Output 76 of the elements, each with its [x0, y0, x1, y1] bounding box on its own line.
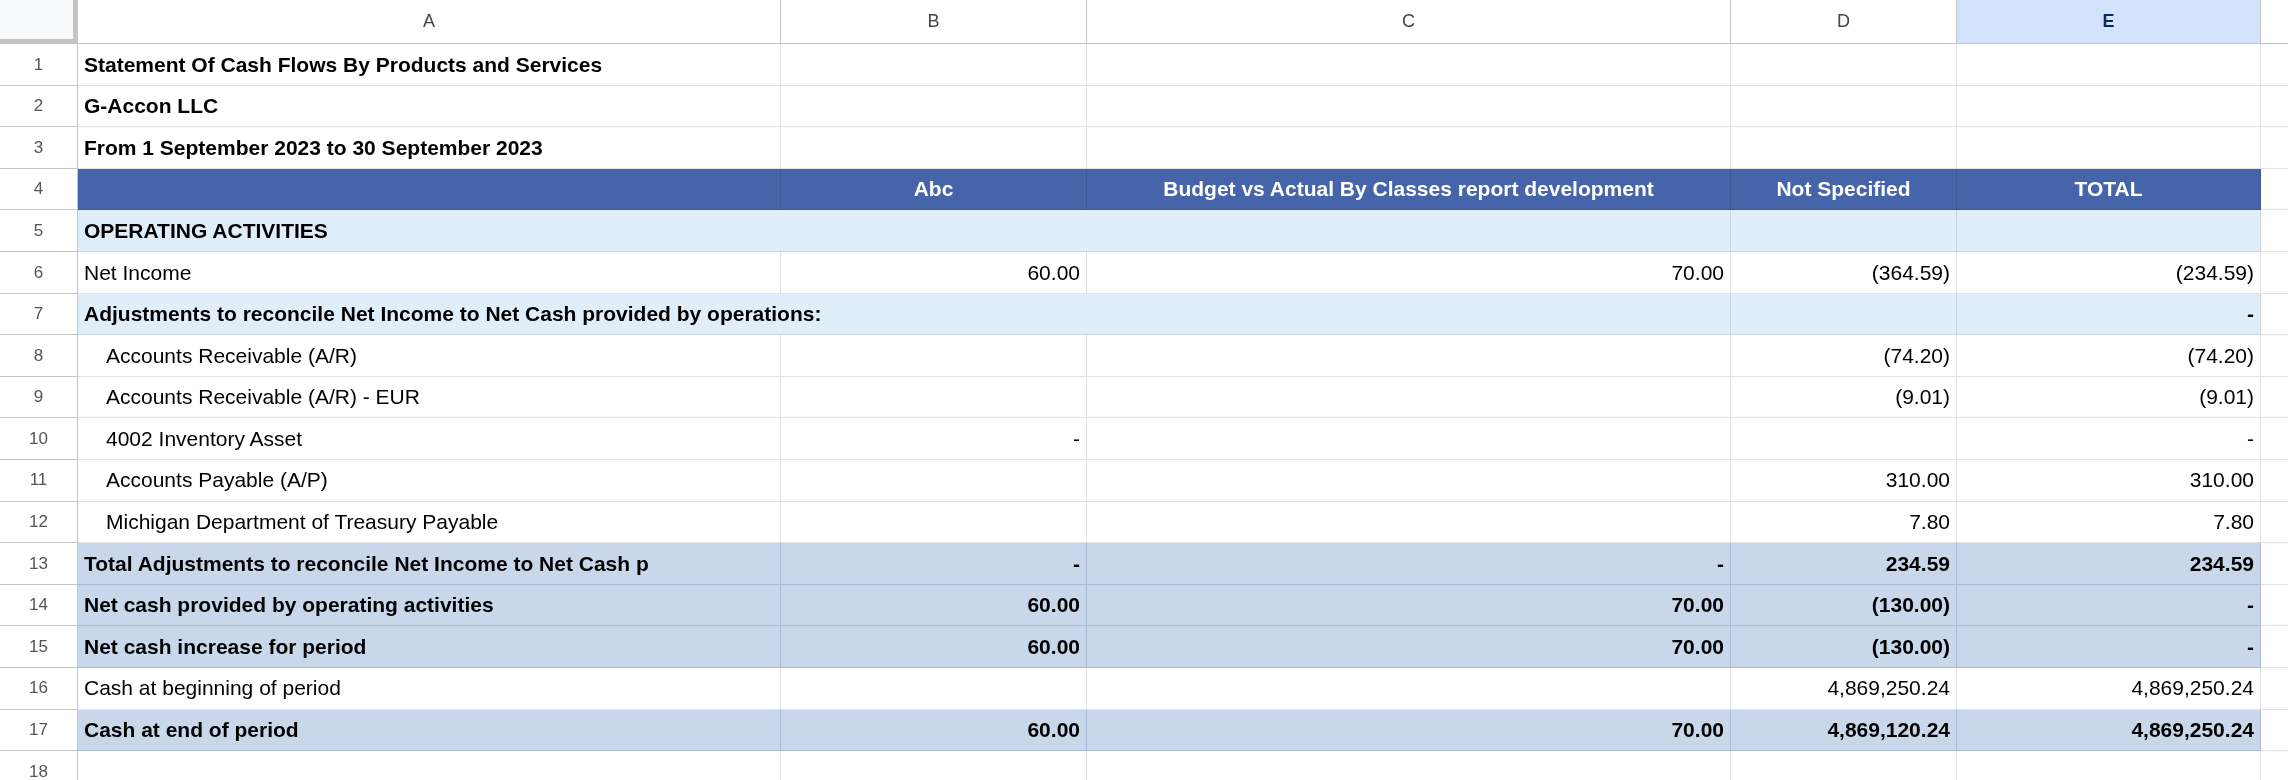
column-header[interactable]: E — [1957, 0, 2261, 44]
table-cell: (234.59) — [1957, 251, 2261, 294]
row-header[interactable]: 12 — [0, 501, 78, 544]
row-header[interactable]: 1 — [0, 44, 78, 86]
table-cell: 70.00 — [1087, 709, 1731, 752]
table-cell: 4,869,120.24 — [1731, 709, 1957, 752]
row-header[interactable]: 9 — [0, 376, 78, 419]
table-cell: Accounts Payable (A/P) — [78, 459, 781, 502]
table-cell: Accounts Receivable (A/R) - EUR — [78, 376, 781, 419]
row-header[interactable]: 11 — [0, 459, 78, 502]
table-cell: 4002 Inventory Asset — [78, 418, 781, 460]
table-cell: - — [1087, 543, 1731, 585]
table-cell: Net cash increase for period — [78, 626, 781, 668]
table-cell: (74.20) — [1731, 335, 1957, 377]
table-cell: 310.00 — [1957, 459, 2261, 502]
table-cell: Cash at beginning of period — [78, 667, 781, 710]
row-header[interactable]: 14 — [0, 584, 78, 627]
table-cell: Michigan Department of Treasury Payable — [78, 501, 781, 544]
row-header[interactable]: 2 — [0, 85, 78, 128]
column-title-cell: Abc — [781, 168, 1087, 211]
table-cell: 4,869,250.24 — [1957, 667, 2261, 710]
column-title-cell: Budget vs Actual By Classes report development — [1087, 168, 1731, 211]
table-cell: 234.59 — [1957, 543, 2261, 585]
table-cell: G-Accon LLC — [78, 85, 781, 128]
table-cell: 70.00 — [1087, 251, 1731, 294]
table-cell: (130.00) — [1731, 626, 1957, 668]
table-cell: 310.00 — [1731, 459, 1957, 502]
table-cell: (74.20) — [1957, 335, 2261, 377]
table-cell: - — [1957, 293, 2261, 336]
table-cell: Total Adjustments to reconcile Net Income to Net Cash p — [78, 543, 781, 585]
table-cell: - — [1957, 626, 2261, 668]
row-header[interactable]: 6 — [0, 251, 78, 294]
table-cell: (130.00) — [1731, 584, 1957, 627]
row-header[interactable]: 15 — [0, 626, 78, 668]
row-header[interactable]: 17 — [0, 709, 78, 752]
table-cell: 60.00 — [781, 626, 1087, 668]
column-header[interactable]: A — [78, 0, 781, 44]
table-cell: Net Income — [78, 251, 781, 294]
column-header[interactable]: D — [1731, 0, 1957, 44]
table-cell: 4,869,250.24 — [1957, 709, 2261, 752]
row-header[interactable]: 7 — [0, 293, 78, 336]
table-cell: Accounts Receivable (A/R) — [78, 335, 781, 377]
table-cell: From 1 September 2023 to 30 September 2023 — [78, 127, 781, 169]
column-header[interactable]: C — [1087, 0, 1731, 44]
row-header[interactable]: 5 — [0, 210, 78, 252]
table-cell: - — [1957, 418, 2261, 460]
table-cell: 70.00 — [1087, 626, 1731, 668]
table-cell: Net cash provided by operating activities — [78, 584, 781, 627]
table-cell: - — [1957, 584, 2261, 627]
table-cell: - — [781, 543, 1087, 585]
table-cell: 234.59 — [1731, 543, 1957, 585]
column-title-cell: Not Specified — [1731, 168, 1957, 211]
table-cell: 70.00 — [1087, 584, 1731, 627]
table-cell: Cash at end of period — [78, 709, 781, 752]
table-cell: (364.59) — [1731, 251, 1957, 294]
table-cell: (9.01) — [1731, 376, 1957, 419]
row-header[interactable]: 10 — [0, 418, 78, 460]
column-header[interactable]: B — [781, 0, 1087, 44]
table-cell: 60.00 — [781, 584, 1087, 627]
table-cell: - — [781, 418, 1087, 460]
table-cell: Adjustments to reconcile Net Income to Net Cash provided by operations: — [78, 293, 1731, 336]
table-cell: (9.01) — [1957, 376, 2261, 419]
table-cell: Statement Of Cash Flows By Products and Services — [78, 44, 781, 86]
row-header[interactable]: 13 — [0, 543, 78, 585]
table-cell: 60.00 — [781, 251, 1087, 294]
row-header[interactable]: 3 — [0, 127, 78, 169]
row-header[interactable]: 4 — [0, 168, 78, 211]
select-all-corner[interactable] — [0, 0, 78, 44]
row-header[interactable]: 16 — [0, 667, 78, 710]
row-header[interactable]: 8 — [0, 335, 78, 377]
table-cell: 60.00 — [781, 709, 1087, 752]
table-cell: 7.80 — [1731, 501, 1957, 544]
column-title-cell: TOTAL — [1957, 168, 2261, 211]
table-cell: 7.80 — [1957, 501, 2261, 544]
table-cell: OPERATING ACTIVITIES — [78, 210, 1731, 252]
table-cell: 4,869,250.24 — [1731, 667, 1957, 710]
